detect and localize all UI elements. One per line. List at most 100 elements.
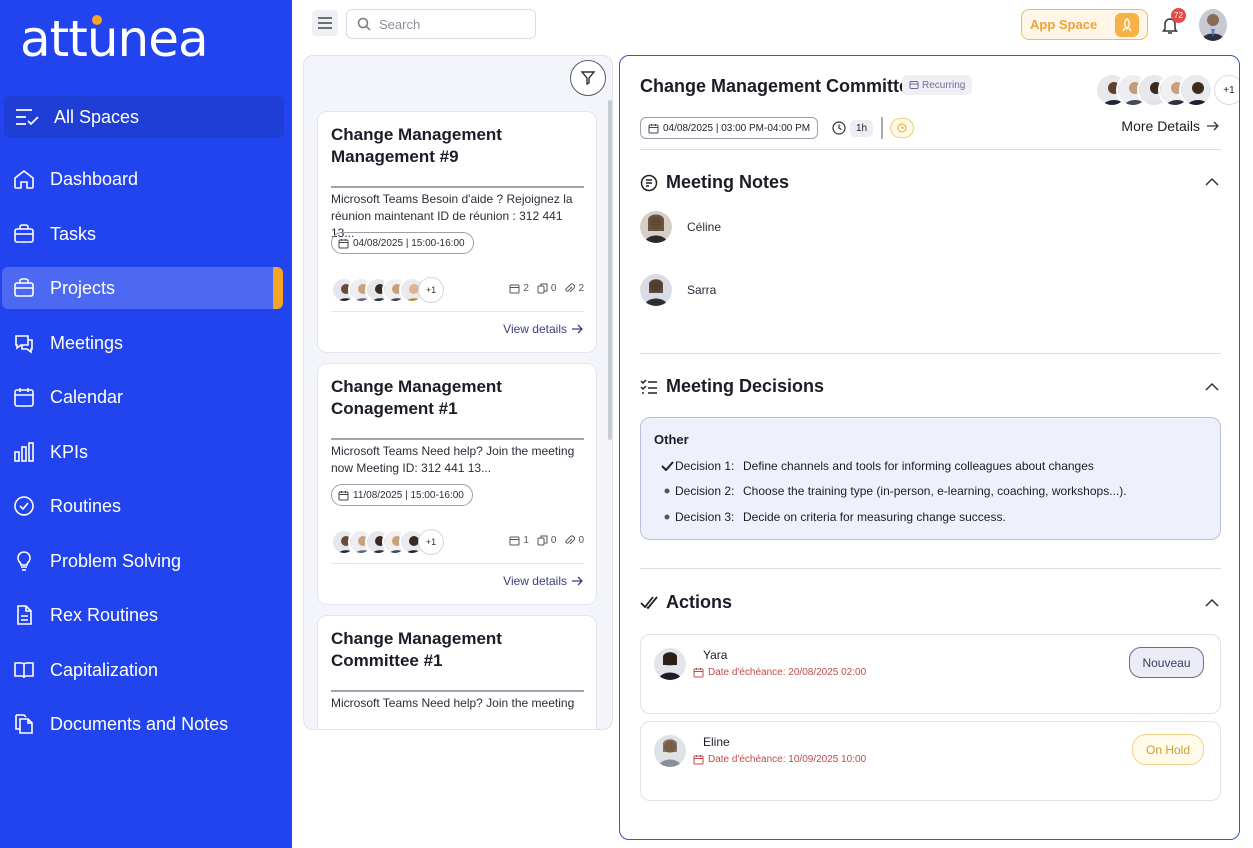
search-input[interactable]: Search xyxy=(346,9,536,39)
decision-text: Decide on criteria for measuring change … xyxy=(743,510,1006,524)
hamburger-icon xyxy=(318,17,332,29)
note-author: Sarra xyxy=(687,283,717,297)
decisions-group: Other Decision 1: Define channels and to… xyxy=(640,417,1221,540)
bar-chart-icon xyxy=(14,442,34,462)
divider xyxy=(640,353,1221,354)
sidebar: attunea All Spaces Dashboard Tasks Proje… xyxy=(0,0,292,848)
meeting-decisions-header[interactable]: Meeting Decisions xyxy=(640,376,824,397)
meeting-card[interactable]: Change Management Management #9 Microsof… xyxy=(317,111,597,353)
search-icon xyxy=(357,17,371,31)
view-details-link[interactable]: View details xyxy=(503,574,583,588)
participants-avatars[interactable]: +1 xyxy=(331,529,444,555)
divider xyxy=(331,311,584,312)
decision-item[interactable]: Decision 1: Define channels and tools fo… xyxy=(659,459,1094,473)
action-item[interactable]: Eline Date d'échéance: 10/09/2025 10:00 … xyxy=(640,721,1221,801)
more-participants-badge: +1 xyxy=(1214,75,1239,105)
action-item[interactable]: Yara Date d'échéance: 20/08/2025 02:00 N… xyxy=(640,634,1221,714)
meeting-notes-header[interactable]: Meeting Notes xyxy=(640,172,789,193)
stat-value: 0 xyxy=(550,283,557,294)
arrow-right-icon xyxy=(572,324,583,334)
user-avatar[interactable] xyxy=(1199,9,1227,41)
decision-item[interactable]: Decision 3: Decide on criteria for measu… xyxy=(659,510,1006,524)
sidebar-item-routines[interactable]: Routines xyxy=(2,485,283,527)
meeting-card[interactable]: Change Management Conagement #1 Microsof… xyxy=(317,363,597,605)
bullet-icon xyxy=(659,488,675,494)
view-details-link[interactable]: View details xyxy=(503,322,583,336)
lightbulb-icon xyxy=(17,551,31,571)
arrow-right-icon xyxy=(572,576,583,586)
all-spaces-label: All Spaces xyxy=(54,106,140,127)
calendar-icon xyxy=(338,238,349,248)
more-details-label: More Details xyxy=(1121,118,1200,134)
app-space-button[interactable]: App Space xyxy=(1021,9,1148,40)
chevron-up-icon[interactable] xyxy=(1205,177,1219,187)
sidebar-item-calendar[interactable]: Calendar xyxy=(2,376,283,418)
book-icon xyxy=(14,662,34,679)
more-participants-badge: +1 xyxy=(418,277,444,303)
divider xyxy=(640,149,1221,150)
bullet-icon xyxy=(659,514,675,520)
avatar xyxy=(654,735,686,767)
chevron-up-icon[interactable] xyxy=(1205,382,1219,392)
sidebar-item-label: Meetings xyxy=(50,332,124,353)
section-title: Actions xyxy=(666,592,733,612)
participants-avatars[interactable]: +1 xyxy=(331,277,444,303)
folder-icon xyxy=(14,278,34,297)
decision-label: Decision 2: xyxy=(675,484,735,498)
status-badge[interactable]: On Hold xyxy=(1132,734,1204,765)
avatar xyxy=(654,648,686,680)
status-badge[interactable]: Nouveau xyxy=(1129,647,1204,678)
sidebar-item-label: Calendar xyxy=(50,386,124,407)
participants-avatars[interactable]: +1 xyxy=(1095,73,1239,107)
meeting-detail-panel: Change Management Committee Recurring +1… xyxy=(619,55,1240,840)
sidebar-item-meetings[interactable]: Meetings xyxy=(2,322,283,364)
home-icon xyxy=(14,169,34,189)
sidebar-item-rex-routines[interactable]: Rex Routines xyxy=(2,594,283,636)
decision-text: Choose the training type (in-person, e-l… xyxy=(743,484,1127,498)
meeting-card[interactable]: Change Management Committee #1 Microsoft… xyxy=(317,615,597,729)
recurring-label: Recurring xyxy=(922,79,966,91)
list-scrollbar[interactable] xyxy=(608,100,612,440)
filter-button[interactable] xyxy=(570,60,606,96)
chevron-up-icon[interactable] xyxy=(1205,598,1219,608)
calendar-icon xyxy=(509,536,520,546)
calendar-icon xyxy=(509,284,520,294)
sidebar-item-projects[interactable]: Projects xyxy=(2,267,283,309)
chat-icon xyxy=(15,335,33,354)
spaces-menu-icon xyxy=(16,109,39,126)
status-indicator[interactable] xyxy=(890,118,914,138)
timer-icon xyxy=(897,123,907,133)
all-spaces-button[interactable]: All Spaces xyxy=(4,96,284,138)
menu-toggle-button[interactable] xyxy=(312,10,338,36)
sidebar-item-label: Tasks xyxy=(50,223,97,244)
rocket-icon xyxy=(1115,13,1139,37)
sidebar-item-tasks[interactable]: Tasks xyxy=(2,213,283,255)
stat-comments: 0 xyxy=(537,283,557,294)
check-icon xyxy=(659,461,675,471)
sidebar-item-documents-and-notes[interactable]: Documents and Notes xyxy=(2,703,283,745)
calendar-icon xyxy=(14,388,34,407)
meeting-datetime-text: 04/08/2025 | 03:00 PM-04:00 PM xyxy=(663,122,811,134)
repeat-icon xyxy=(909,81,919,89)
calendar-icon xyxy=(338,490,349,500)
actions-header[interactable]: Actions xyxy=(640,592,732,613)
note-item[interactable]: Céline xyxy=(640,211,721,243)
sidebar-item-problem-solving[interactable]: Problem Solving xyxy=(2,540,283,582)
action-assignee: Eline xyxy=(703,735,730,749)
sidebar-item-kpis[interactable]: KPIs xyxy=(2,431,283,473)
sidebar-item-label: KPIs xyxy=(50,441,89,462)
sidebar-item-label: Capitalization xyxy=(50,659,159,680)
note-item[interactable]: Sarra xyxy=(640,274,716,306)
search-placeholder: Search xyxy=(379,16,421,32)
more-details-link[interactable]: More Details xyxy=(1121,118,1219,134)
sidebar-item-capitalization[interactable]: Capitalization xyxy=(2,649,283,691)
decisions-group-title: Other xyxy=(654,432,689,447)
stat-attachments: 0 xyxy=(564,535,584,546)
divider xyxy=(331,438,584,440)
sidebar-item-dashboard[interactable]: Dashboard xyxy=(2,158,283,200)
app-logo[interactable]: attunea xyxy=(20,10,209,68)
action-due-date: Date d'échéance: 20/08/2025 02:00 xyxy=(693,667,866,678)
decision-item[interactable]: Decision 2: Choose the training type (in… xyxy=(659,484,1127,498)
note-author: Céline xyxy=(687,220,722,234)
stat-value: 2 xyxy=(523,283,529,294)
